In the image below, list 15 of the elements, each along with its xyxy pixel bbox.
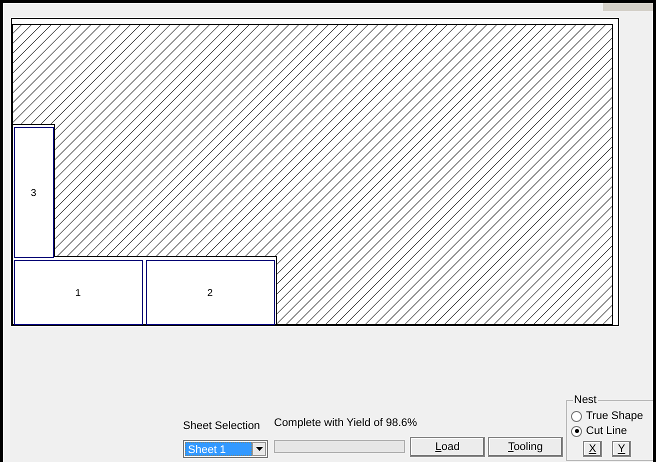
nest-option[interactable]: Cut Line (571, 424, 653, 438)
action-button[interactable]: Load (410, 437, 485, 457)
action-button[interactable]: Tooling (488, 437, 563, 457)
nest-option[interactable]: True Shape (571, 408, 653, 424)
nested-part[interactable]: 3 (14, 127, 54, 258)
nested-part[interactable]: 1 (14, 260, 143, 325)
status-text: Complete with Yield of 98.6% (274, 416, 418, 430)
axis-button[interactable]: Y (612, 440, 631, 456)
sheet-selection-label: Sheet Selection (183, 418, 262, 434)
radio-button[interactable] (571, 410, 582, 422)
nest-title: Nest (573, 393, 598, 408)
axis-button[interactable]: X (583, 440, 602, 456)
nested-part[interactable]: 2 (146, 260, 275, 325)
radio-button[interactable] (571, 426, 582, 436)
title-grip (603, 3, 653, 11)
